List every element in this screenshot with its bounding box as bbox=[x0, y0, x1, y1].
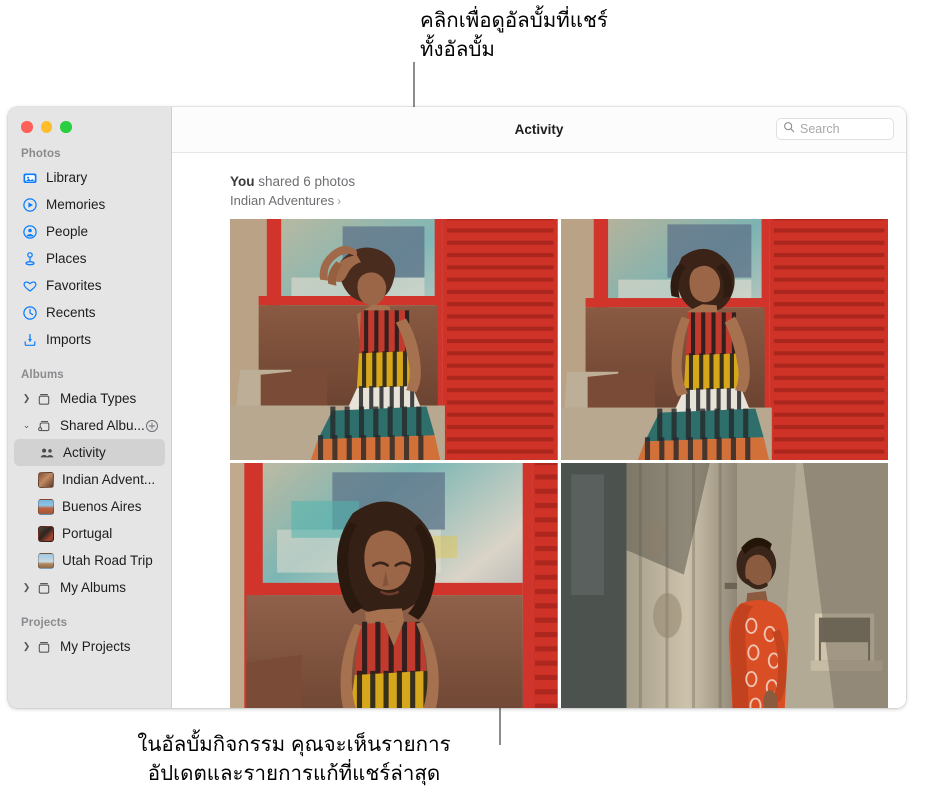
search-icon bbox=[783, 120, 795, 138]
sidebar-item-label: Shared Albu... bbox=[60, 418, 145, 433]
sidebar-item-label: Memories bbox=[46, 197, 106, 212]
memories-icon bbox=[21, 196, 38, 213]
album-thumbnail-portugal bbox=[38, 525, 54, 542]
sidebar-item-portugal[interactable]: Portugal bbox=[14, 520, 165, 547]
sidebar-item-label: Portugal bbox=[62, 526, 113, 541]
album-thumbnail-indian-adventures bbox=[38, 471, 54, 488]
search-placeholder: Search bbox=[800, 122, 840, 136]
sidebar-item-label: Library bbox=[46, 170, 88, 185]
activity-people-icon bbox=[38, 444, 55, 461]
sidebar-item-label: Imports bbox=[46, 332, 92, 347]
zoom-window-button[interactable] bbox=[60, 121, 72, 133]
people-icon bbox=[21, 223, 38, 240]
sidebar-item-my-projects[interactable]: ❯ My Projects bbox=[14, 633, 165, 660]
photos-app-window: Photos Library Memories People Places Fa… bbox=[8, 107, 906, 708]
window-controls bbox=[8, 107, 171, 135]
places-pin-icon bbox=[21, 250, 38, 267]
sidebar-item-media-types[interactable]: ❯ Media Types bbox=[14, 385, 165, 412]
heart-icon bbox=[21, 277, 38, 294]
activity-shared-line: You shared 6 photos bbox=[230, 172, 906, 192]
sidebar-item-label: My Albums bbox=[60, 580, 127, 595]
import-arrow-icon bbox=[21, 331, 38, 348]
album-thumbnail-utah-road-trip bbox=[38, 552, 54, 569]
sidebar-item-recents[interactable]: Recents bbox=[14, 299, 165, 326]
sidebar-section-projects-title: Projects bbox=[21, 617, 68, 629]
content-area: Activity Search You shared 6 photos Indi… bbox=[172, 107, 906, 708]
sidebar: Photos Library Memories People Places Fa… bbox=[8, 107, 172, 708]
sidebar-item-label: Media Types bbox=[60, 391, 137, 406]
sidebar-item-utah-road-trip[interactable]: Utah Road Trip bbox=[14, 547, 165, 574]
album-thumbnail-buenos-aires bbox=[38, 498, 54, 515]
sidebar-item-label: Places bbox=[46, 251, 87, 266]
activity-album-link[interactable]: Indian Adventures › bbox=[230, 192, 906, 211]
album-folder-icon bbox=[35, 579, 52, 596]
sidebar-item-buenos-aires[interactable]: Buenos Aires bbox=[14, 493, 165, 520]
photo-thumbnail-woman-eyes-closed-closeup[interactable] bbox=[230, 463, 558, 708]
sidebar-item-imports[interactable]: Imports bbox=[14, 326, 165, 353]
photo-thumbnail-woman-hand-on-head-red-shutter[interactable] bbox=[230, 219, 558, 461]
sidebar-item-shared-albums[interactable]: ⌄ Shared Albu... bbox=[14, 412, 165, 439]
sidebar-item-indian-adventures[interactable]: Indian Advent... bbox=[14, 466, 165, 493]
annotation-callout-top: คลิกเพื่อดูอัลบั้มที่แชร์ ทั้งอัลบั้ม bbox=[420, 9, 608, 62]
activity-list[interactable]: You shared 6 photos Indian Adventures › bbox=[172, 153, 906, 708]
sidebar-item-label: People bbox=[46, 224, 89, 239]
sidebar-item-label: Favorites bbox=[46, 278, 102, 293]
activity-item-header: You shared 6 photos Indian Adventures › bbox=[172, 153, 906, 219]
sidebar-item-label: Buenos Aires bbox=[62, 499, 142, 514]
sidebar-section-albums-title: Albums bbox=[21, 369, 64, 381]
page-title: Activity bbox=[514, 122, 564, 137]
sidebar-item-favorites[interactable]: Favorites bbox=[14, 272, 165, 299]
close-window-button[interactable] bbox=[21, 121, 33, 133]
add-shared-album-button[interactable] bbox=[145, 419, 159, 433]
chevron-down-icon[interactable]: ⌄ bbox=[21, 420, 32, 431]
album-folder-icon bbox=[35, 638, 52, 655]
chevron-right-icon: › bbox=[337, 193, 342, 208]
sidebar-item-library[interactable]: Library bbox=[14, 164, 165, 191]
sidebar-item-label: Activity bbox=[63, 445, 106, 460]
photos-library-icon bbox=[21, 169, 38, 186]
activity-actor: You bbox=[230, 174, 255, 189]
clock-icon bbox=[21, 304, 38, 321]
chevron-right-icon[interactable]: ❯ bbox=[21, 582, 32, 593]
search-input[interactable]: Search bbox=[776, 118, 894, 140]
shared-album-icon bbox=[35, 417, 52, 434]
sidebar-item-label: Utah Road Trip bbox=[62, 553, 153, 568]
toolbar: Activity Search bbox=[172, 107, 906, 153]
sidebar-item-label: My Projects bbox=[60, 639, 131, 654]
chevron-right-icon[interactable]: ❯ bbox=[21, 393, 32, 404]
photo-thumbnail-man-orange-shirt-by-door[interactable] bbox=[560, 463, 888, 708]
activity-action: shared 6 photos bbox=[254, 174, 356, 189]
sidebar-item-places[interactable]: Places bbox=[14, 245, 165, 272]
photo-thumbnail-woman-seated-red-shutter[interactable] bbox=[560, 219, 888, 461]
sidebar-section-photos-title: Photos bbox=[21, 148, 61, 160]
minimize-window-button[interactable] bbox=[40, 121, 52, 133]
sidebar-item-label: Recents bbox=[46, 305, 96, 320]
chevron-right-icon[interactable]: ❯ bbox=[21, 641, 32, 652]
sidebar-item-activity[interactable]: Activity bbox=[14, 439, 165, 466]
album-folder-icon bbox=[35, 390, 52, 407]
sidebar-item-memories[interactable]: Memories bbox=[14, 191, 165, 218]
photo-grid bbox=[230, 219, 888, 708]
sidebar-item-people[interactable]: People bbox=[14, 218, 165, 245]
sidebar-item-label: Indian Advent... bbox=[62, 472, 156, 487]
annotation-callout-bottom: ในอัลบั้มกิจกรรม คุณจะเห็นรายการ อัปเดตแ… bbox=[137, 733, 451, 786]
sidebar-item-my-albums[interactable]: ❯ My Albums bbox=[14, 574, 165, 601]
activity-album-name: Indian Adventures bbox=[230, 192, 335, 208]
